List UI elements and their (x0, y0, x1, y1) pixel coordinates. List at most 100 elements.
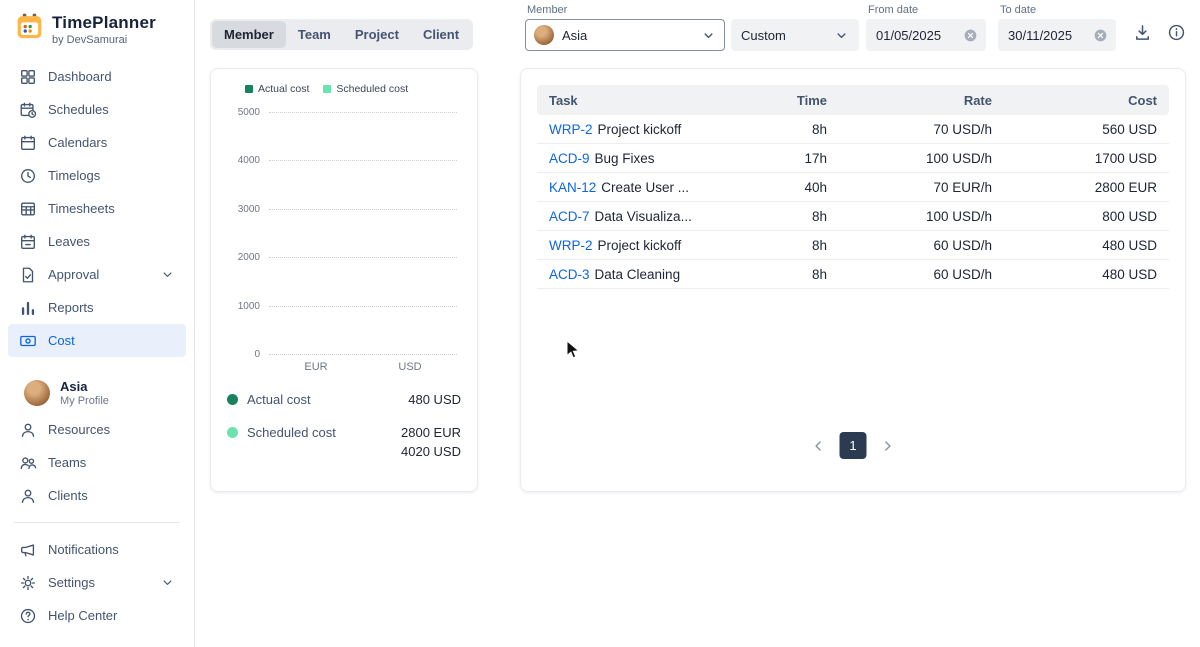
sidebar-item-calendars[interactable]: Calendars (8, 126, 186, 159)
info-icon (1167, 23, 1186, 47)
member-filter-label: Member (527, 4, 567, 16)
task-id-link[interactable]: WRP-2 (549, 238, 593, 253)
gear-icon (19, 574, 37, 592)
task-cost: 800 USD (992, 209, 1157, 224)
task-time: 40h (722, 180, 827, 195)
task-id-link[interactable]: KAN-12 (549, 180, 596, 195)
task-rate: 60 USD/h (827, 238, 992, 253)
sidebar-item-label: Help Center (48, 608, 117, 623)
prev-page-button[interactable] (808, 435, 830, 457)
app-title: TimePlanner (52, 13, 156, 33)
sidebar-profile[interactable]: Asia My Profile (16, 377, 178, 409)
cost-icon (19, 332, 37, 350)
sidebar-item-clients[interactable]: Clients (8, 479, 186, 512)
tab-team[interactable]: Team (286, 21, 343, 48)
clear-to-date-icon[interactable] (1093, 28, 1108, 43)
next-page-button[interactable] (877, 435, 899, 457)
sidebar-item-leaves[interactable]: Leaves (8, 225, 186, 258)
y-tick-label: 0 (254, 349, 260, 360)
summary-label: Scheduled cost (247, 424, 336, 440)
sidebar-item-approval[interactable]: Approval (8, 258, 186, 291)
task-id-link[interactable]: ACD-3 (549, 267, 590, 282)
task-name: Data Cleaning (595, 267, 681, 282)
sidebar-item-label: Approval (48, 267, 99, 282)
report-type-tabs: Member Team Project Client (210, 19, 473, 50)
legend-scheduled-cost[interactable]: Scheduled cost (323, 83, 408, 95)
sidebar-item-label: Timesheets (48, 201, 115, 216)
sidebar-item-schedules[interactable]: Schedules (8, 93, 186, 126)
task-cost: 480 USD (992, 267, 1157, 282)
scheduled-cost-swatch (323, 85, 331, 93)
summary-label: Actual cost (247, 391, 311, 407)
task-name: Bug Fixes (595, 151, 655, 166)
member-select[interactable]: Asia (525, 19, 725, 51)
y-tick-label: 3000 (238, 204, 260, 215)
sidebar-item-timesheets[interactable]: Timesheets (8, 192, 186, 225)
cost-chart-card: Actual cost Scheduled cost 0 1000 2000 3… (210, 68, 478, 492)
sidebar-item-label: Cost (48, 333, 75, 348)
cost-table-card: Task Time Rate Cost WRP-2Project kickoff… (520, 68, 1186, 492)
leave-calendar-icon (19, 233, 37, 251)
date-range-select[interactable]: Custom (731, 19, 859, 51)
col-header-time: Time (722, 93, 827, 108)
to-date-input[interactable]: 30/11/2025 (998, 19, 1116, 51)
download-button[interactable] (1128, 21, 1156, 49)
from-date-input[interactable]: 01/05/2025 (866, 19, 986, 51)
sidebar-item-label: Clients (48, 488, 88, 503)
schedule-icon (19, 101, 37, 119)
chevron-down-icon (701, 28, 716, 43)
legend-actual-cost[interactable]: Actual cost (245, 83, 309, 95)
table-row[interactable]: WRP-2Project kickoff 8h 70 USD/h 560 USD (537, 115, 1169, 144)
app-logo-row[interactable]: TimePlanner by DevSamurai (0, 0, 194, 52)
col-header-task: Task (549, 93, 722, 108)
info-button[interactable] (1162, 21, 1190, 49)
people-icon (19, 454, 37, 472)
megaphone-icon (19, 541, 37, 559)
sidebar-item-label: Schedules (48, 102, 109, 117)
member-select-value: Asia (562, 28, 587, 43)
tab-member[interactable]: Member (212, 21, 286, 48)
sidebar-item-label: Resources (48, 422, 110, 437)
sidebar-item-dashboard[interactable]: Dashboard (8, 60, 186, 93)
table-row[interactable]: WRP-2Project kickoff 8h 60 USD/h 480 USD (537, 231, 1169, 260)
bar-chart: 0 1000 2000 3000 4000 5000 (269, 113, 457, 355)
main-area: Member Team Project Client Member Asia C… (196, 0, 1200, 647)
summary-scheduled-cost: Scheduled cost 2800 EUR 4020 USD (227, 424, 461, 462)
sidebar-item-timelogs[interactable]: Timelogs (8, 159, 186, 192)
sidebar-item-settings[interactable]: Settings (8, 566, 186, 599)
sidebar-item-help-center[interactable]: Help Center (8, 599, 186, 632)
y-tick-label: 2000 (238, 252, 260, 263)
to-date-label: To date (1000, 4, 1036, 16)
tab-project[interactable]: Project (343, 21, 411, 48)
sidebar-item-label: Reports (48, 300, 94, 315)
current-page[interactable]: 1 (840, 432, 867, 459)
actual-cost-swatch (245, 85, 253, 93)
task-id-link[interactable]: ACD-9 (549, 151, 590, 166)
chevron-down-icon (160, 267, 178, 282)
table-row[interactable]: ACD-3Data Cleaning 8h 60 USD/h 480 USD (537, 260, 1169, 289)
timesheet-icon (19, 200, 37, 218)
col-header-cost: Cost (992, 93, 1157, 108)
clear-from-date-icon[interactable] (963, 28, 978, 43)
sidebar-item-resources[interactable]: Resources (8, 413, 186, 446)
bar-chart-icon (19, 299, 37, 317)
task-name: Data Visualiza... (595, 209, 692, 224)
profile-name: Asia (60, 379, 109, 394)
sidebar-item-label: Settings (48, 575, 95, 590)
sidebar-item-cost[interactable]: Cost (8, 324, 186, 357)
bar-groups (269, 113, 457, 355)
approval-doc-icon (19, 266, 37, 284)
sidebar-item-notifications[interactable]: Notifications (8, 533, 186, 566)
sidebar-item-reports[interactable]: Reports (8, 291, 186, 324)
table-row[interactable]: ACD-9Bug Fixes 17h 100 USD/h 1700 USD (537, 144, 1169, 173)
sidebar: TimePlanner by DevSamurai Dashboard Sche… (0, 0, 195, 647)
table-row[interactable]: KAN-12Create User ... 40h 70 EUR/h 2800 … (537, 173, 1169, 202)
sidebar-item-teams[interactable]: Teams (8, 446, 186, 479)
task-id-link[interactable]: WRP-2 (549, 122, 593, 137)
task-name: Project kickoff (598, 122, 682, 137)
task-id-link[interactable]: ACD-7 (549, 209, 590, 224)
table-row[interactable]: ACD-7Data Visualiza... 8h 100 USD/h 800 … (537, 202, 1169, 231)
tab-client[interactable]: Client (411, 21, 471, 48)
from-date-label: From date (868, 4, 918, 16)
legend-label: Scheduled cost (336, 83, 408, 95)
